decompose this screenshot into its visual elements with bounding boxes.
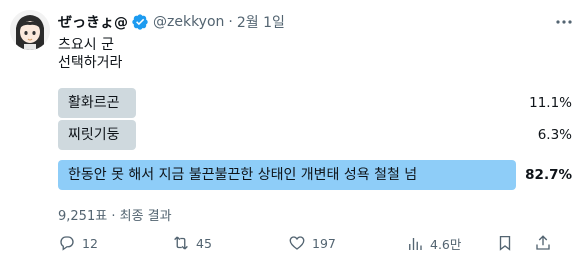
like-button[interactable]: 197 bbox=[288, 234, 336, 252]
share-button[interactable] bbox=[534, 234, 558, 252]
poll-option-winner: 한동안 못 해서 지금 불끈불끈한 상태인 개변태 성욕 철철 넘 82.7% bbox=[58, 160, 574, 190]
author-handle[interactable]: @zekkyon bbox=[153, 14, 224, 30]
reply-button[interactable]: 12 bbox=[58, 234, 98, 252]
views-count: 4.6만 bbox=[430, 237, 462, 252]
tweet-actions: 12 45 197 4.6만 bbox=[58, 234, 578, 254]
views-chart-icon bbox=[409, 237, 422, 250]
tweet-header: ぜっきょ@ @zekkyon · 2월 1일 bbox=[58, 12, 285, 32]
author-name[interactable]: ぜっきょ@ bbox=[58, 12, 128, 32]
poll-votes: 9,251표 bbox=[58, 209, 108, 224]
poll-status: 최종 결과 bbox=[119, 209, 172, 224]
tweet-text-line-1: 츠요시 군 bbox=[58, 37, 114, 53]
share-icon bbox=[536, 235, 550, 250]
heart-icon bbox=[289, 236, 305, 250]
retweet-count: 45 bbox=[196, 235, 212, 251]
poll-option-percent: 6.3% bbox=[537, 127, 572, 143]
like-count: 197 bbox=[312, 235, 336, 251]
poll-option: 찌릿기둥 6.3% bbox=[58, 120, 574, 150]
views-button[interactable]: 4.6만 bbox=[406, 234, 461, 253]
bookmark-icon bbox=[499, 235, 511, 251]
poll-option-label: 활화르곤 bbox=[68, 95, 120, 111]
bookmark-button[interactable] bbox=[496, 234, 520, 252]
tweet-date[interactable]: 2월 1일 bbox=[237, 12, 285, 32]
reply-count: 12 bbox=[82, 235, 98, 251]
avatar-image bbox=[10, 10, 50, 50]
poll-option-label: 한동안 못 해서 지금 불끈불끈한 상태인 개변태 성욕 철철 넘 bbox=[68, 167, 418, 183]
retweet-icon bbox=[174, 236, 188, 250]
reply-icon bbox=[60, 236, 74, 251]
header-separator: · bbox=[228, 14, 233, 30]
retweet-button[interactable]: 45 bbox=[172, 234, 212, 252]
more-options-icon[interactable] bbox=[554, 14, 574, 30]
poll-meta-separator: · bbox=[111, 209, 116, 224]
poll-option-percent: 11.1% bbox=[529, 95, 572, 111]
tweet-text-line-2: 선택하거라 bbox=[58, 55, 123, 71]
poll-option-label: 찌릿기둥 bbox=[68, 127, 120, 143]
poll-option: 활화르곤 11.1% bbox=[58, 88, 574, 118]
poll-meta: 9,251표 · 최종 결과 bbox=[58, 205, 172, 224]
verified-badge-icon bbox=[131, 13, 149, 31]
avatar[interactable] bbox=[10, 10, 50, 50]
poll-option-percent: 82.7% bbox=[525, 167, 572, 183]
